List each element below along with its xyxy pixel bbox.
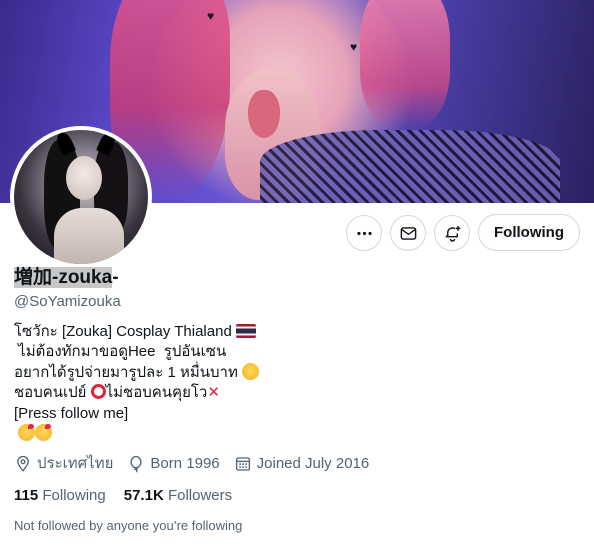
display-name-highlighted: 増加-zouka	[14, 267, 113, 288]
user-handle: @SoYamizouka	[14, 293, 121, 310]
join-date-text: Joined July 2016	[256, 455, 370, 472]
bio-line: [Press follow me]	[14, 404, 129, 422]
avatar[interactable]	[10, 126, 152, 268]
heart-icon: ♥	[207, 9, 215, 23]
more-button[interactable]	[346, 215, 382, 251]
following-link[interactable]: 115 Following	[14, 486, 106, 506]
notifications-button[interactable]	[434, 215, 470, 251]
followers-count: 57.1K	[123, 487, 164, 504]
red-circle-icon	[90, 384, 106, 400]
birth-date-text: Born 1996	[150, 455, 220, 472]
bio-line: อยากได้รูปจ่ายมารูปละ 1 หมื่นบาท	[14, 363, 238, 381]
smirk-emoji-icon	[242, 362, 260, 380]
message-button[interactable]	[390, 215, 426, 251]
heart-icon: ♥	[350, 40, 358, 54]
profile-meta: ประเทศไทย Born 1996 Joined July 2016	[14, 454, 383, 474]
kiss-emoji-icon	[18, 424, 35, 442]
bio-line: ไม่ต้องทักมาขอดูHee รูปอันเซน	[14, 343, 227, 361]
avatar-photo-face	[66, 156, 102, 200]
balloon-icon	[130, 455, 142, 473]
followers-label: Followers	[167, 487, 233, 504]
followed-by-note: Not followed by anyone you’re following	[14, 518, 243, 533]
bio-line: ไม่ชอบคนคุยโว	[105, 384, 208, 402]
following-label: Following	[42, 487, 106, 504]
location: ประเทศไทย	[14, 454, 113, 474]
banner-photo-detail	[248, 90, 280, 138]
following-count: 115	[14, 487, 39, 504]
display-name: 増加-zouka-	[14, 266, 119, 290]
display-name-suffix: -	[112, 267, 119, 288]
avatar-photo-body	[54, 208, 124, 264]
calendar-icon	[235, 457, 250, 471]
bio-line: โซวักะ [Zouka] Cosplay Thialand	[14, 323, 232, 340]
profile-bio: โซวักะ [Zouka] Cosplay Thialand ไม่ต้องท…	[14, 322, 260, 444]
banner-photo-hair-right	[360, 0, 450, 130]
location-text: ประเทศไทย	[37, 455, 114, 472]
following-button[interactable]: Following	[478, 214, 580, 251]
bell-plus-icon	[444, 225, 460, 242]
banner-photo-mesh	[260, 130, 560, 203]
join-date: Joined July 2016	[234, 454, 370, 474]
more-horizontal-icon	[356, 231, 372, 235]
cross-mark-icon: ✕	[207, 384, 220, 402]
kiss-emoji-icon	[35, 424, 52, 442]
location-pin-icon	[17, 455, 29, 472]
follow-stats: 115 Following 57.1K Followers	[14, 486, 250, 506]
envelope-icon	[400, 226, 416, 240]
followers-link[interactable]: 57.1K Followers	[124, 486, 232, 506]
thailand-flag-icon	[235, 324, 256, 338]
bio-line: ชอบคนเปย์	[14, 384, 87, 402]
birth-date: Born 1996	[127, 454, 220, 474]
